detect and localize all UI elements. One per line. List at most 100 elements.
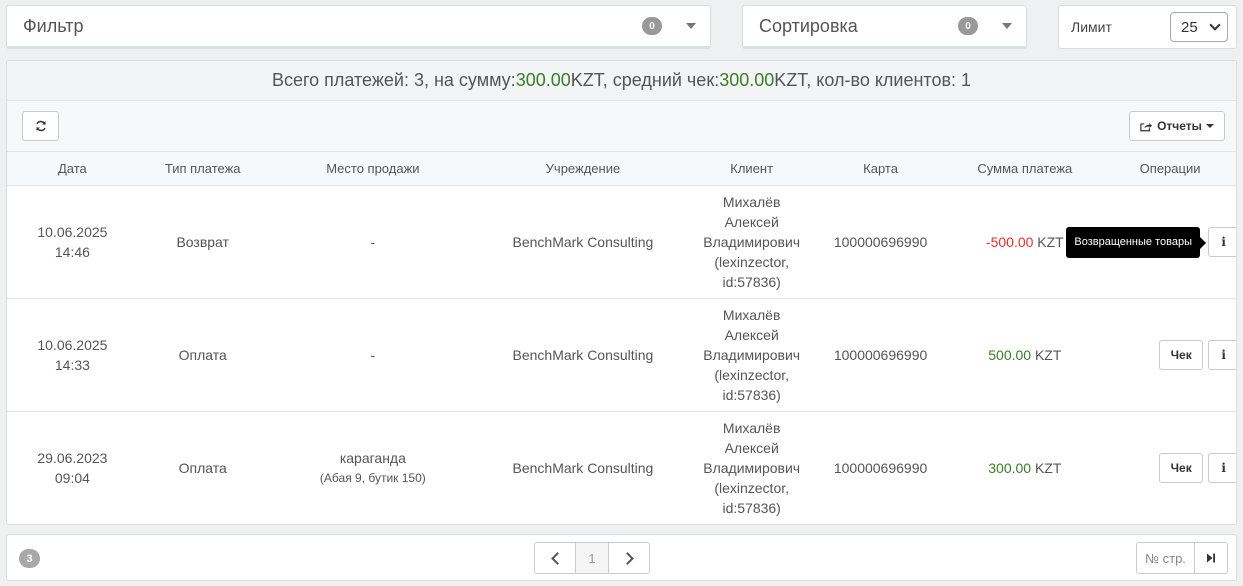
client-line: id:57836) (722, 386, 781, 403)
caret-down-icon (1205, 124, 1214, 128)
chevron-down-icon (686, 23, 696, 29)
sort-dropdown[interactable]: Сортировка 0 (742, 5, 1027, 49)
summary-text: KZT, средний чек: (570, 70, 720, 90)
client-line: id:57836) (722, 499, 781, 516)
page-number-input[interactable]: № стр. (1137, 543, 1195, 573)
cell-place: - (267, 298, 479, 412)
cell-card: 100000696990 (833, 459, 928, 476)
cell-client: Михалёв Алексей Владимирович (lexinzector, i… (688, 411, 816, 524)
client-line: (lexinzector, (714, 253, 790, 270)
cell-operations: Возвращенные товары i (1066, 185, 1236, 299)
tooltip: Возвращенные товары (1066, 226, 1207, 258)
client-line: Алексей (724, 326, 779, 343)
col-header-place[interactable]: Место продажи (267, 152, 479, 186)
client-line: Михалёв (722, 193, 781, 210)
table-header-row: Дата Тип платежа Место продажи Учреждени… (7, 152, 1236, 186)
cell-place: - (267, 185, 479, 299)
operations: Чек i (1104, 299, 1236, 411)
cell-amount: 500.00 KZT (945, 298, 1105, 412)
cell-date: 10.06.2025 14:33 (7, 298, 138, 412)
time-text: 09:04 (54, 469, 90, 486)
cell-type: Оплата (178, 459, 227, 476)
check-button[interactable]: Чек (1159, 452, 1204, 483)
col-header-operations: Операции (1104, 152, 1236, 186)
pagination-bar: 3 1 № стр. (6, 534, 1237, 581)
cell-place: караганда (Абая 9, бутик 150) (268, 411, 479, 524)
payments-summary: Всего платежей: 3, на сумму: 300.00 KZT,… (7, 61, 1236, 101)
client-line: id:57836) (722, 273, 781, 290)
client-line: (lexinzector, (714, 479, 790, 496)
reports-label: Отчеты (1157, 119, 1202, 133)
client-line: Владимирович (703, 346, 801, 363)
place-text: - (370, 346, 376, 363)
cell-card: 100000696990 (815, 298, 946, 412)
amount-currency: KZT (1033, 233, 1064, 250)
date-text: 10.06.2025 (37, 223, 108, 240)
summary-total: 300.00 (515, 70, 571, 90)
cell-card: 100000696990 (815, 185, 946, 299)
place-text: - (370, 233, 376, 250)
amount-currency: KZT (1031, 459, 1062, 476)
next-page-button[interactable] (609, 543, 649, 573)
info-button[interactable]: i (1208, 452, 1236, 483)
pager: 1 (534, 542, 650, 574)
goto-page-button[interactable] (1195, 543, 1227, 573)
cell-date: 10.06.2025 14:46 (7, 185, 138, 299)
total-count-badge: 3 (19, 549, 40, 568)
limit-select[interactable]: 25 (1170, 12, 1228, 42)
col-header-client[interactable]: Клиент (687, 152, 816, 186)
sort-title: Сортировка (759, 15, 858, 36)
date-text: 29.06.2023 (37, 449, 108, 466)
client-line: Михалёв (722, 419, 781, 436)
refresh-button[interactable] (22, 111, 59, 141)
date-text: 10.06.2025 (37, 336, 108, 353)
amount-value: -500.00 (985, 233, 1034, 250)
table-row: 29.06.2023 09:04 Оплата караганда (Абая 9,… (7, 411, 1236, 524)
chevron-down-icon (1002, 23, 1012, 29)
client-line: Михалёв (722, 306, 781, 323)
cell-operations: Чек i (1104, 411, 1236, 524)
cell-operations: Чек i (1104, 298, 1236, 412)
current-page[interactable]: 1 (575, 543, 609, 573)
check-button[interactable]: Чек (1159, 339, 1204, 370)
summary-average: 300.00 (719, 70, 775, 90)
prev-page-button[interactable] (535, 543, 575, 573)
table-row: 10.06.2025 14:46 Возврат - BenchMark Cons… (7, 185, 1236, 299)
sort-count-badge: 0 (958, 17, 978, 35)
cell-type: Оплата (137, 298, 268, 412)
operations: Возвращенные товары i (1066, 186, 1236, 298)
col-header-date[interactable]: Дата (7, 152, 138, 186)
payments-table: Дата Тип платежа Место продажи Учреждени… (7, 152, 1236, 524)
limit-panel: Лимит 25 (1058, 5, 1237, 49)
time-text: 14:46 (54, 243, 90, 260)
limit-label: Лимит (1071, 19, 1112, 35)
reports-button[interactable]: Отчеты (1129, 111, 1225, 141)
operations: Чек i (1104, 412, 1236, 525)
col-header-card[interactable]: Карта (815, 152, 946, 186)
filter-count-badge: 0 (642, 17, 662, 35)
col-header-type[interactable]: Тип платежа (137, 152, 268, 186)
amount-value: 500.00 (988, 346, 1032, 363)
summary-text: Всего платежей: 3, на сумму: (271, 70, 516, 90)
goto-page: № стр. (1136, 542, 1228, 574)
filter-title: Фильтр (23, 15, 84, 36)
info-button[interactable]: i (1208, 226, 1236, 257)
summary-text: KZT, кол-во клиентов: 1 (774, 70, 972, 90)
col-header-amount[interactable]: Сумма платежа (945, 152, 1105, 186)
cell-org: BenchMark Consulting (478, 298, 688, 412)
client-line: Владимирович (703, 233, 801, 250)
table-row: 10.06.2025 14:33 Оплата - BenchMark Consu… (7, 298, 1236, 412)
client-line: (lexinzector, (714, 366, 790, 383)
client-line: Алексей (724, 213, 779, 230)
client-line: Алексей (724, 439, 779, 456)
cell-client: Михалёв Алексей Владимирович (lexinzector, i… (687, 298, 816, 412)
cell-org: BenchMark Consulting (512, 459, 654, 476)
place-text: караганда (339, 449, 406, 466)
cell-client: Михалёв Алексей Владимирович (lexinzector, i… (687, 185, 816, 299)
cell-amount: 300.00 KZT (946, 411, 1105, 524)
skip-forward-icon (1207, 553, 1215, 563)
col-header-org[interactable]: Учреждение (478, 152, 688, 186)
filter-dropdown[interactable]: Фильтр 0 (6, 5, 711, 49)
payments-panel: Всего платежей: 3, на сумму: 300.00 KZT,… (6, 60, 1237, 525)
info-button[interactable]: i (1208, 339, 1236, 370)
